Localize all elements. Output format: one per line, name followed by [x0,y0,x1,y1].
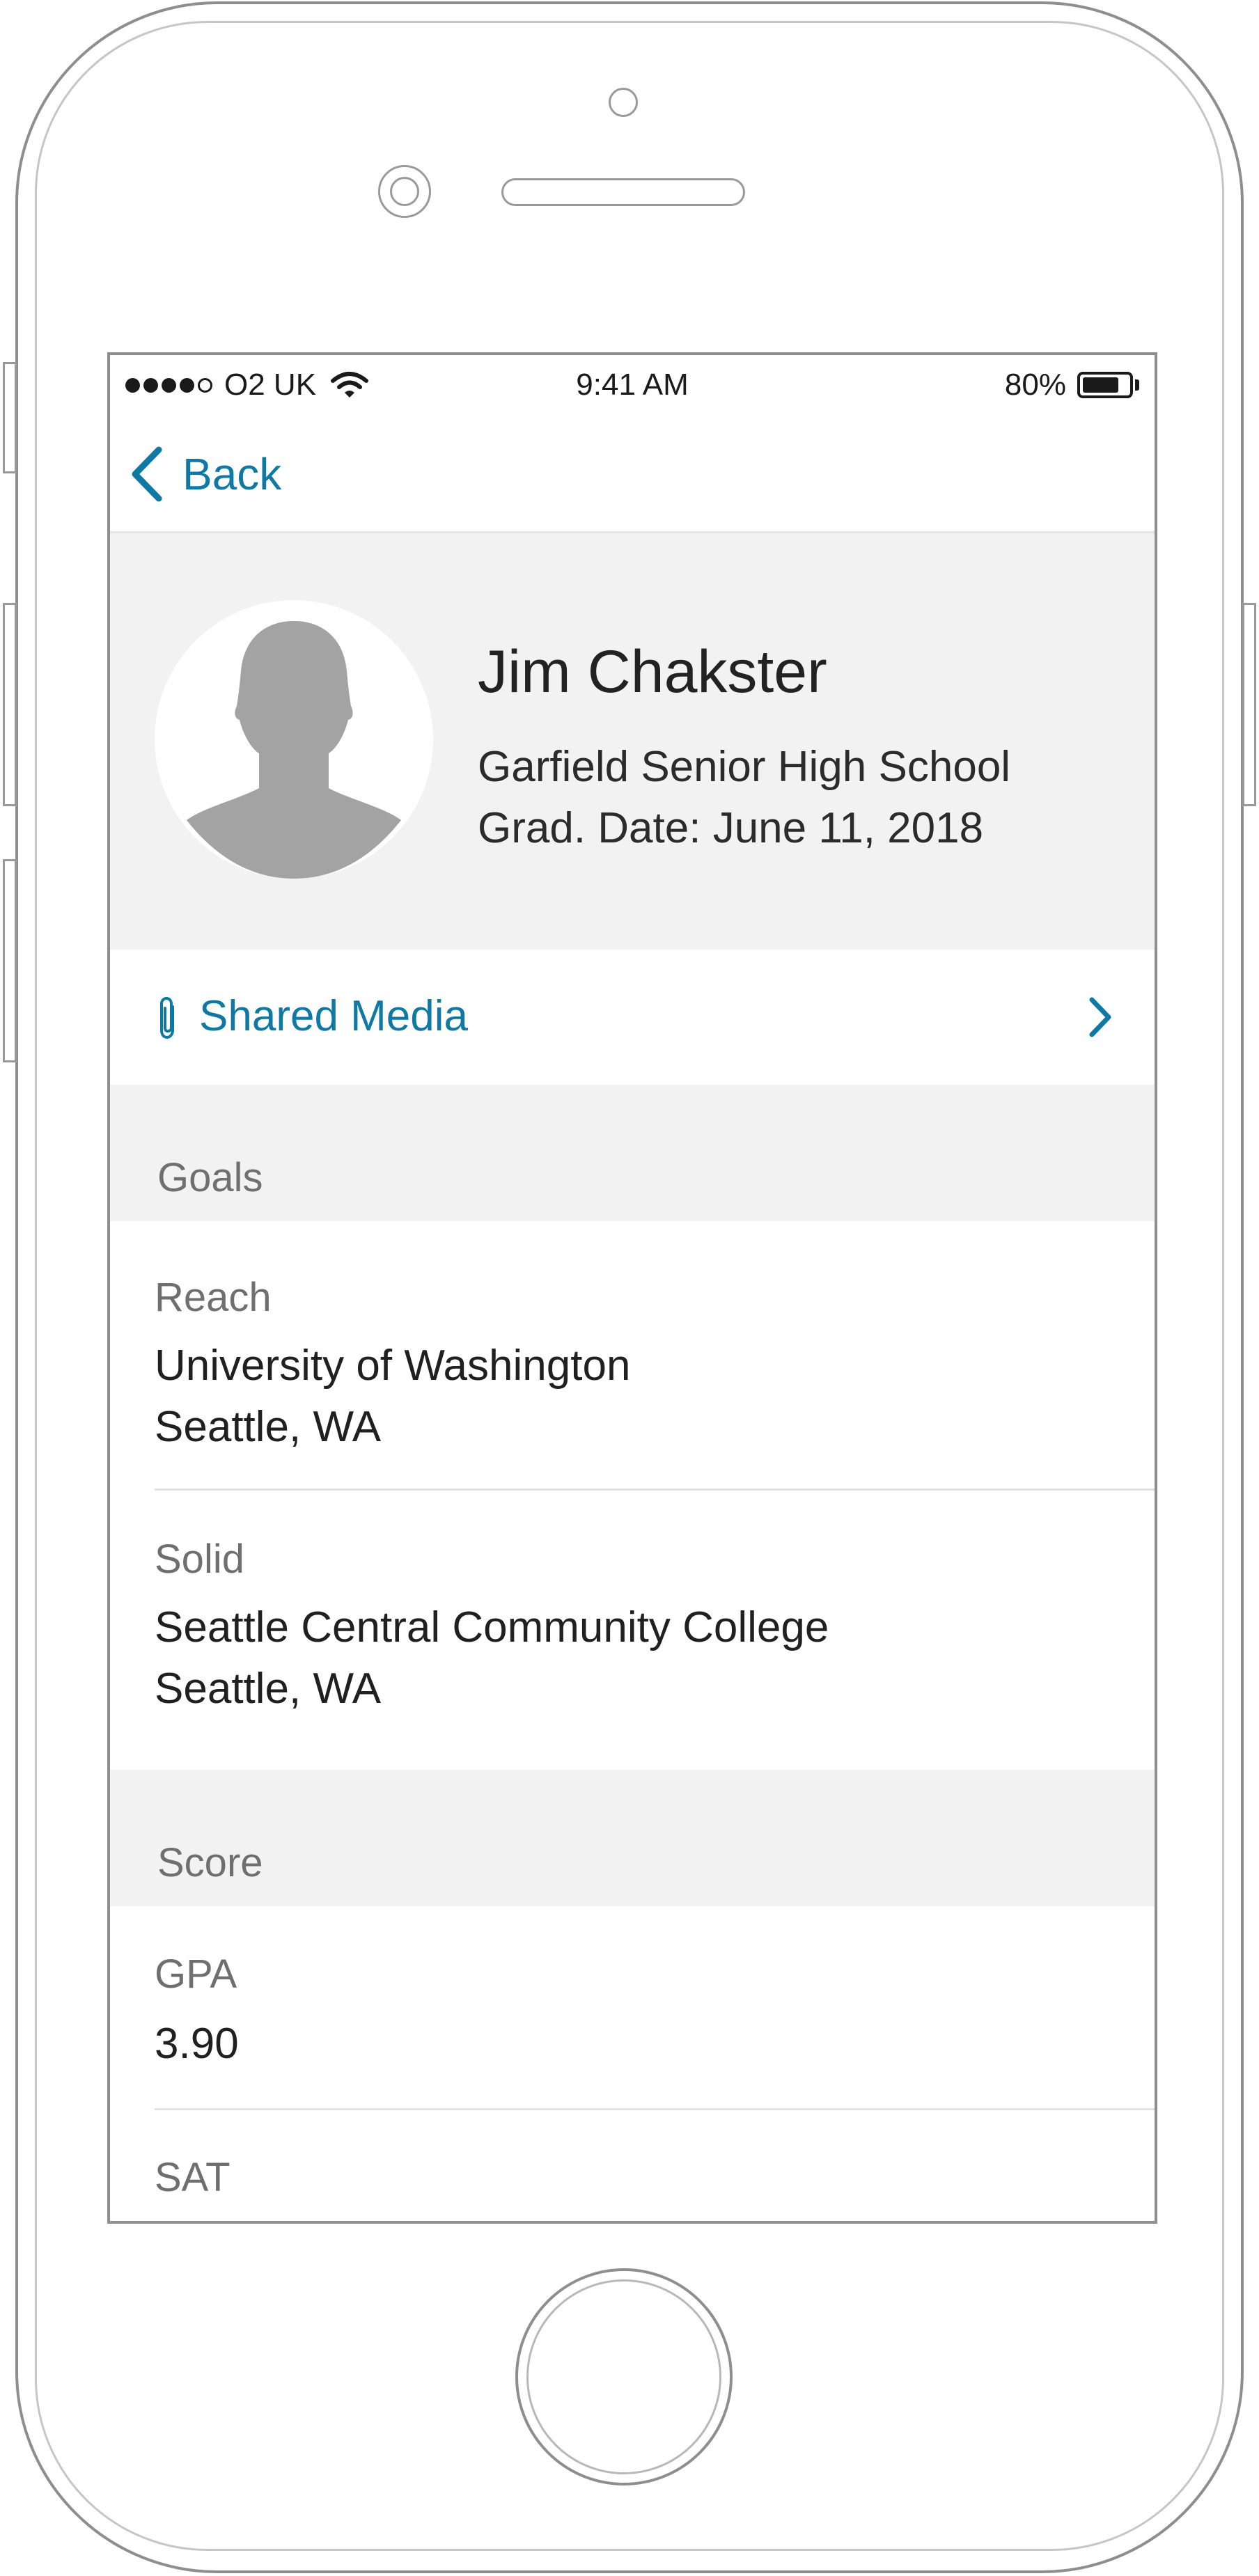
score-section-header: Score [110,1770,1155,1906]
profile-header: Jim Chakster Garfield Senior High School… [110,533,1155,950]
paperclip-icon [160,996,174,1039]
home-button-ring [526,2279,721,2474]
goals-title: Goals [157,1155,263,1200]
battery-icon [1077,372,1133,398]
chevron-left-icon [132,446,162,502]
goal-school-name: Seattle Central Community College [155,1603,829,1651]
mute-switch [3,362,17,473]
profile-school: Garfield Senior High School [478,743,1011,791]
score-label: GPA [155,1951,237,1997]
screen-content: O2 UK 9:41 AM 80% Back Jim Chakster Garf… [110,355,1155,2221]
power-button [1242,603,1256,806]
battery-fill [1083,377,1118,393]
battery-percent: 80% [1004,368,1066,402]
status-bar: O2 UK 9:41 AM 80% [110,355,1155,418]
back-label: Back [182,449,282,499]
proximity-sensor-inner [390,177,419,206]
screen: O2 UK 9:41 AM 80% Back Jim Chakster Garf… [107,352,1157,2224]
shared-media-label: Shared Media [199,992,469,1040]
goal-school-name: University of Washington [155,1342,631,1390]
clock: 9:41 AM [576,368,689,402]
goal-label: Solid [155,1537,244,1582]
volume-down-button [3,859,17,1062]
score-value: 3.90 [155,2020,239,2068]
goal-location: Seattle, WA [155,1665,382,1713]
divider [155,1489,1155,1491]
front-camera [609,88,638,117]
score-title: Score [157,1840,263,1885]
goal-label: Reach [155,1275,272,1320]
profile-name: Jim Chakster [478,638,827,705]
goals-section-header: Goals [110,1085,1155,1221]
navigation-bar: Back [110,418,1155,533]
volume-up-button [3,603,17,806]
person-silhouette-icon [187,621,401,879]
shared-media-row[interactable]: Shared Media [110,950,1155,1085]
score-label: SAT [155,2155,230,2200]
goal-location: Seattle, WA [155,1403,382,1451]
avatar [155,600,433,879]
chevron-right-icon [1089,997,1111,1037]
status-right: 80% [1005,368,1139,402]
profile-grad-date: Grad. Date: June 11, 2018 [478,804,984,852]
divider [155,2108,1155,2110]
back-button[interactable]: Back [130,446,281,503]
earpiece-speaker [501,178,745,206]
battery-tip [1135,379,1139,391]
